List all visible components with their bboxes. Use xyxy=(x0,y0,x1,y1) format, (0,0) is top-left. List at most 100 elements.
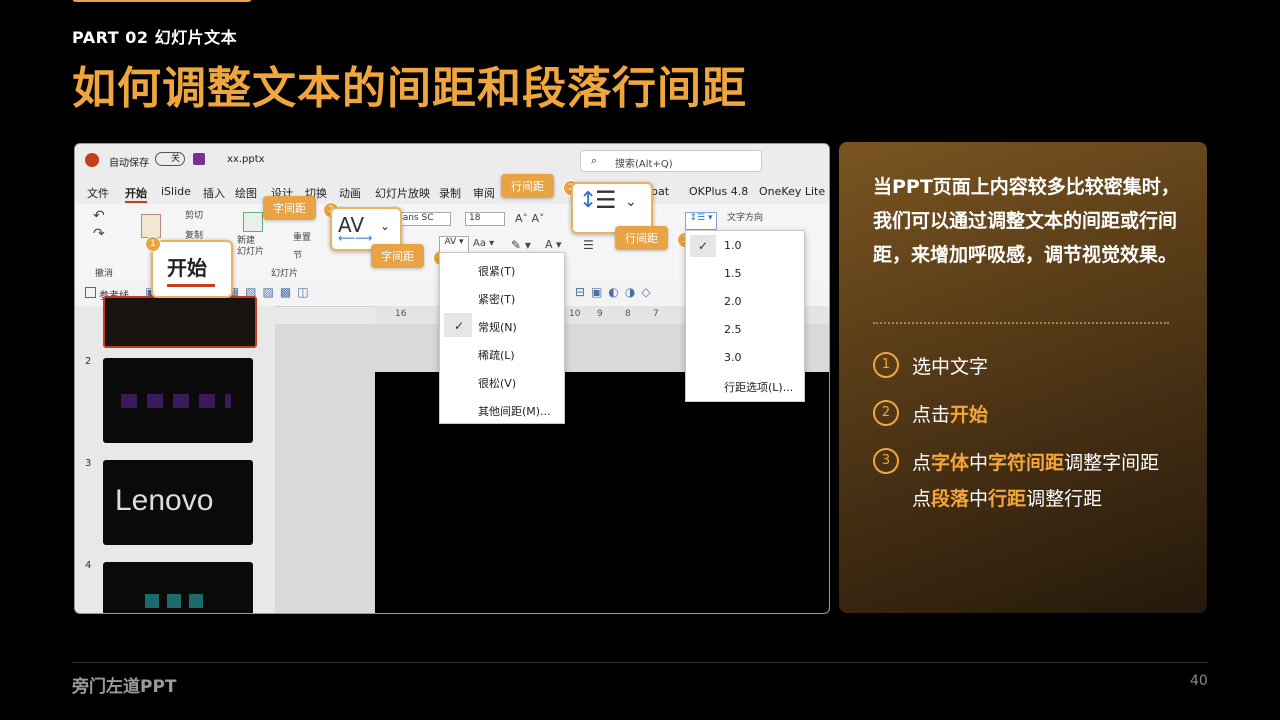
step-3-part: 点 xyxy=(912,452,932,474)
part-label: PART 02 幻灯片文本 xyxy=(72,28,238,47)
file-name: xx.pptx xyxy=(227,154,265,165)
page-number: 40 xyxy=(1190,673,1208,689)
step-3-part: 中 xyxy=(969,452,989,474)
step-badge-1: 1 xyxy=(145,236,161,252)
menu-animations[interactable]: 动画 xyxy=(339,185,361,201)
check-icon: ✓ xyxy=(454,319,465,333)
page-title: 如何调整文本的间距和段落行间距 xyxy=(72,63,747,114)
menu-review[interactable]: 审阅 xyxy=(473,185,495,201)
new-slide-icon[interactable] xyxy=(243,212,263,232)
line-spacing-tag: 行间距 xyxy=(501,174,554,198)
line-spacing-options[interactable]: 行距选项(L)... xyxy=(724,379,793,395)
step-3-highlight: 字体 xyxy=(931,452,970,474)
char-spacing-menu: 很紧(T) 紧密(T) ✓ 常规(N) 稀疏(L) 很松(V) 其他间距(M).… xyxy=(439,252,565,424)
autosave-label: 自动保存 xyxy=(109,158,149,169)
step-2-text: 点击开始 xyxy=(912,400,988,427)
char-spacing-tag: 字间距 xyxy=(263,196,316,220)
accent-bar xyxy=(72,0,252,2)
menu-item-more-spacing[interactable]: 其他间距(M)... xyxy=(478,403,551,419)
autosave-toggle[interactable]: 关 xyxy=(155,152,185,166)
chevron-down-icon: ⌄ xyxy=(625,194,637,210)
ruler-label: 7 xyxy=(653,309,659,319)
highlight-icon[interactable]: ✎ ▾ xyxy=(511,238,531,252)
section-button[interactable]: 节 xyxy=(293,248,302,261)
menu-file[interactable]: 文件 xyxy=(87,185,109,201)
slide-thumb-1[interactable] xyxy=(103,296,257,348)
save-icon[interactable] xyxy=(193,153,205,165)
step-3-text-line2: 点段落中行距调整行距 xyxy=(912,484,1102,511)
search-box[interactable]: ⌕ 搜索(Alt+Q) xyxy=(580,150,762,172)
window-titlebar: 自动保存 关 xx.pptx ⌕ 搜索(Alt+Q) xyxy=(75,144,829,178)
line-spacing-button[interactable]: ↕☰ ▾ xyxy=(685,212,717,230)
thumb-number-3: 3 xyxy=(85,458,92,469)
slide-thumbnails: 2 3 Lenovo 4 xyxy=(75,296,275,613)
menu-item-very-tight[interactable]: 很紧(T) xyxy=(478,263,515,279)
menu-draw[interactable]: 绘图 xyxy=(235,185,257,201)
slide-thumb-4[interactable] xyxy=(103,562,253,613)
step-3-part: 调整字间距 xyxy=(1064,452,1160,474)
slide-thumb-3[interactable]: Lenovo xyxy=(103,460,253,545)
panel-divider xyxy=(873,322,1169,324)
reset-button[interactable]: 重置 xyxy=(293,230,311,243)
panel-description: 当PPT页面上内容较多比较密集时，我们可以通过调整文本的间距或行间距，来增加呼吸… xyxy=(873,176,1180,266)
lines-icon: ☰ xyxy=(595,186,617,214)
spacing-arrows-icon: ⟵⟶ xyxy=(338,231,373,245)
line-spacing-tag-2: 行间距 xyxy=(615,226,668,250)
home-tab-callout: 开始 xyxy=(151,240,233,298)
menu-slideshow[interactable]: 幻灯片放映 xyxy=(375,185,430,201)
search-icon: ⌕ xyxy=(591,154,598,167)
slide-thumb-2[interactable] xyxy=(103,358,253,443)
cut-button[interactable]: 剪切 xyxy=(185,208,203,221)
new-slide-label[interactable]: 新建 幻灯片 xyxy=(237,236,264,258)
menu-okplus[interactable]: OKPlus 4.8 xyxy=(689,185,748,198)
thumb-2-blocks xyxy=(121,394,231,408)
ruler-label: 10 xyxy=(569,309,581,319)
menu-item-loose[interactable]: 稀疏(L) xyxy=(478,347,515,363)
line-spacing-menu: ✓ 1.0 1.5 2.0 2.5 3.0 行距选项(L)... xyxy=(685,230,805,402)
menu-bar: 文件 开始 iSlide 插入 绘图 设计 切换 动画 幻灯片放映 录制 审阅 … xyxy=(75,178,829,204)
menu-record[interactable]: 录制 xyxy=(439,185,461,201)
align-left-icon[interactable]: ☰ xyxy=(583,238,594,252)
menu-islide[interactable]: iSlide xyxy=(161,185,191,198)
line-option-2-5[interactable]: 2.5 xyxy=(724,323,742,336)
search-placeholder: 搜索(Alt+Q) xyxy=(615,159,673,170)
footer-divider xyxy=(72,662,1208,663)
menu-item-tight[interactable]: 紧密(T) xyxy=(478,291,515,307)
step-1-text: 选中文字 xyxy=(912,352,988,379)
guides-checkbox[interactable] xyxy=(85,287,96,298)
step-number-3: 3 xyxy=(873,448,899,474)
thumb-number-2: 2 xyxy=(85,356,92,367)
step-3-text: 点字体中字符间距调整字间距 xyxy=(912,448,1159,475)
step-number-1: 1 xyxy=(873,352,899,378)
home-callout-label: 开始 xyxy=(167,256,207,280)
line-option-2-0[interactable]: 2.0 xyxy=(724,295,742,308)
menu-bat[interactable]: bat xyxy=(651,185,669,198)
line-option-1-5[interactable]: 1.5 xyxy=(724,267,742,280)
powerpoint-screenshot: 自动保存 关 xx.pptx ⌕ 搜索(Alt+Q) 文件 开始 iSlide … xyxy=(74,143,830,614)
line-option-1-0[interactable]: 1.0 xyxy=(724,239,742,252)
undo-icon[interactable]: ↶ xyxy=(93,208,105,224)
line-option-3-0[interactable]: 3.0 xyxy=(724,351,742,364)
step-number-2: 2 xyxy=(873,400,899,426)
menu-insert[interactable]: 插入 xyxy=(203,185,225,201)
step-3b-part: 中 xyxy=(969,488,989,510)
brand-logo: 旁门左道PPT xyxy=(72,677,177,697)
step-3b-highlight: 行距 xyxy=(988,488,1027,510)
font-color-icon[interactable]: A ▾ xyxy=(545,238,562,251)
menu-item-normal[interactable]: 常规(N) xyxy=(478,319,517,335)
menu-onekey[interactable]: OneKey Lite xyxy=(759,185,825,198)
chevron-down-icon: ⌄ xyxy=(380,219,391,233)
menu-item-very-loose[interactable]: 很松(V) xyxy=(478,375,516,391)
font-case-icon[interactable]: Aa ▾ xyxy=(473,238,494,249)
step-2-highlight: 开始 xyxy=(950,404,989,426)
grow-font-icon[interactable]: A˄ A˅ xyxy=(515,212,545,225)
menu-home[interactable]: 开始 xyxy=(125,185,147,203)
font-size-field[interactable]: 18 xyxy=(465,212,505,226)
step-3-highlight: 字符间距 xyxy=(988,452,1065,474)
redo-icon[interactable]: ↷ xyxy=(93,226,105,242)
text-direction-button[interactable]: 文字方向 xyxy=(727,210,763,223)
powerpoint-icon xyxy=(85,153,99,167)
toolbar-icons-right[interactable]: ⊟▣◐◑◇ xyxy=(575,285,657,299)
slides-group-label: 幻灯片 xyxy=(271,269,299,279)
paste-icon[interactable] xyxy=(141,214,161,238)
